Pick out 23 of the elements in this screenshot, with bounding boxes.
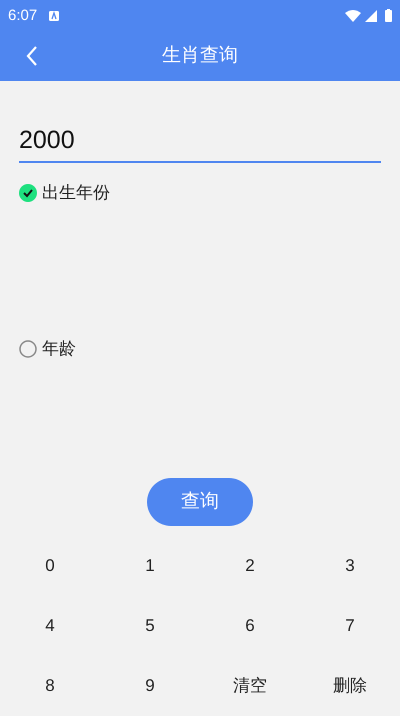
- radio-option[interactable]: 年龄: [19, 337, 381, 361]
- keypad-key[interactable]: 删除: [300, 656, 400, 716]
- keypad-key[interactable]: 2: [200, 536, 300, 596]
- notification-icon: [49, 10, 60, 21]
- page-title: 生肖查询: [162, 44, 238, 68]
- signal-icon: [365, 10, 377, 22]
- keypad-key[interactable]: 8: [0, 656, 100, 716]
- radio-option[interactable]: 出生年份: [19, 181, 381, 205]
- battery-icon: [385, 9, 392, 22]
- status-time: 6:07: [8, 6, 38, 26]
- wifi-icon: [345, 10, 361, 22]
- keypad-key[interactable]: 5: [100, 596, 200, 656]
- keypad-key[interactable]: 7: [300, 596, 400, 656]
- keypad-key[interactable]: 1: [100, 536, 200, 596]
- keypad-key[interactable]: 6: [200, 596, 300, 656]
- keypad-key[interactable]: 9: [100, 656, 200, 716]
- keypad-key[interactable]: 4: [0, 596, 100, 656]
- query-button[interactable]: 查询: [147, 478, 253, 526]
- keypad-key[interactable]: 3: [300, 536, 400, 596]
- back-icon: [26, 45, 38, 68]
- keypad-key[interactable]: 0: [0, 536, 100, 596]
- keypad-key[interactable]: 清空: [200, 656, 300, 716]
- year-input[interactable]: 2000: [19, 121, 381, 163]
